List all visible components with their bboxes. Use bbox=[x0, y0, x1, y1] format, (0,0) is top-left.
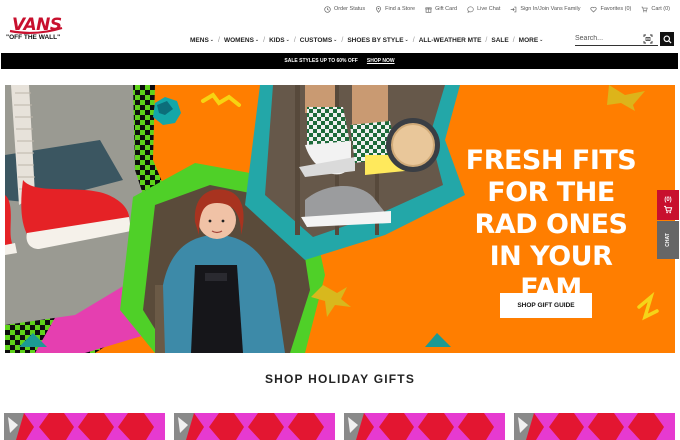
hero-headline-line: RAD ONES bbox=[474, 209, 628, 240]
nav-item-label: MENS bbox=[190, 36, 209, 44]
nav-item-customs[interactable]: CUSTOMS ⌄ bbox=[300, 37, 338, 44]
nav-item-mens[interactable]: MENS ⌄ bbox=[190, 37, 214, 44]
logo-wordmark: VANS bbox=[12, 15, 62, 35]
logo-tagline: "OFF THE WALL" bbox=[6, 34, 61, 41]
hero-headline-line: FRESH FITS bbox=[465, 145, 637, 176]
nav-item-kids[interactable]: KIDS ⌄ bbox=[269, 37, 290, 44]
gift-tile[interactable] bbox=[174, 413, 335, 440]
gift-tile[interactable] bbox=[344, 413, 505, 440]
nav-separator: / bbox=[512, 36, 515, 44]
live-chat-label: Live Chat bbox=[477, 6, 501, 12]
order-status-link[interactable]: Order Status bbox=[324, 5, 366, 13]
cart-link[interactable]: Cart (0) bbox=[641, 6, 670, 13]
section-title: SHOP HOLIDAY GIFTS bbox=[264, 372, 416, 386]
favorites-label: Favorites (0) bbox=[600, 6, 632, 12]
tile-pattern-image bbox=[514, 413, 675, 440]
nav-separator: / bbox=[293, 36, 296, 44]
sign-in-icon bbox=[511, 6, 517, 12]
hero-banner[interactable]: FRESH FITS FOR THE RAD ONES IN YOUR FAM … bbox=[5, 85, 675, 353]
gift-tile[interactable] bbox=[4, 413, 165, 440]
gift-tile[interactable] bbox=[514, 413, 675, 440]
chevron-down-icon: ⌄ bbox=[539, 37, 544, 43]
cart-label: Cart (0) bbox=[651, 6, 670, 12]
heart-icon bbox=[590, 6, 597, 12]
nav-separator: / bbox=[341, 36, 344, 44]
floating-cart-button[interactable]: (0) bbox=[657, 190, 679, 220]
tile-pattern-image bbox=[4, 413, 165, 440]
utility-bar: Order Status Find a Store Gift Card Live… bbox=[324, 3, 670, 15]
live-chat-link[interactable]: Live Chat bbox=[467, 6, 500, 13]
nav-item-label: SHOES BY STYLE bbox=[347, 36, 404, 44]
nav-item-label: SALE bbox=[491, 36, 509, 44]
sign-in-link[interactable]: Sign In/Join Vans Family bbox=[510, 6, 580, 13]
chat-label: CHAT bbox=[664, 233, 671, 247]
search-field bbox=[575, 32, 658, 46]
chat-bubble-icon bbox=[467, 6, 474, 13]
vans-logo[interactable]: VANS "OFF THE WALL" bbox=[6, 15, 68, 45]
nav-separator: / bbox=[263, 36, 266, 44]
search-icon bbox=[662, 34, 672, 44]
find-store-label: Find a Store bbox=[385, 6, 416, 12]
nav-separator: / bbox=[217, 36, 220, 44]
nav-item-all-weather-mte[interactable]: ALL-WEATHER MTE bbox=[419, 37, 482, 44]
tile-pattern-image bbox=[344, 413, 505, 440]
chevron-down-icon: ⌄ bbox=[254, 37, 260, 43]
nav-item-label: KIDS bbox=[269, 36, 285, 44]
gift-card-link[interactable]: Gift Card bbox=[425, 6, 457, 13]
nav-separator: / bbox=[485, 36, 488, 44]
nav-item-label: MORE bbox=[518, 36, 539, 44]
find-store-link[interactable]: Find a Store bbox=[375, 5, 416, 13]
promo-banner: SALE STYLES UP TO 60% OFF SHOP NOW bbox=[1, 53, 678, 69]
gift-card-label: Gift Card bbox=[435, 6, 458, 12]
nav-item-sale[interactable]: SALE bbox=[491, 37, 508, 44]
floating-chat-button[interactable]: CHAT bbox=[657, 221, 679, 259]
nav-separator: / bbox=[412, 36, 415, 44]
main-nav: MENS ⌄ / WOMENS ⌄ / KIDS ⌄ / CUSTOMS ⌄ / SHO… bbox=[190, 34, 543, 46]
favorites-link[interactable]: Favorites (0) bbox=[590, 6, 631, 13]
nav-item-label: ALL-WEATHER MTE bbox=[418, 36, 482, 44]
nav-item-womens[interactable]: WOMENS ⌄ bbox=[224, 37, 259, 44]
chevron-down-icon: ⌄ bbox=[285, 37, 290, 43]
chevron-down-icon: ⌄ bbox=[333, 37, 338, 43]
hero-headline: FRESH FITS FOR THE RAD ONES IN YOUR FAM bbox=[461, 145, 641, 305]
nav-item-shoes-by-style[interactable]: SHOES BY STYLE ⌄ bbox=[347, 37, 408, 44]
gift-icon bbox=[425, 6, 432, 13]
gift-tiles bbox=[4, 413, 675, 440]
search-input[interactable] bbox=[575, 35, 641, 42]
nav-item-label: WOMENS bbox=[223, 36, 254, 44]
visual-search-icon[interactable] bbox=[643, 34, 653, 44]
chevron-down-icon: ⌄ bbox=[209, 37, 214, 43]
clock-icon bbox=[324, 5, 331, 13]
cart-icon bbox=[664, 205, 673, 213]
chevron-down-icon: ⌄ bbox=[404, 37, 409, 43]
hero-headline-line: FOR THE bbox=[487, 177, 615, 208]
nav-item-more[interactable]: MORE ⌄ bbox=[519, 37, 544, 44]
cart-icon bbox=[641, 6, 649, 12]
location-pin-icon bbox=[376, 5, 382, 13]
shop-gift-guide-button[interactable]: SHOP GIFT GUIDE bbox=[500, 293, 592, 318]
shop-now-link[interactable]: SHOP NOW bbox=[367, 58, 395, 64]
tile-pattern-image bbox=[174, 413, 335, 440]
cart-count: (0) bbox=[664, 196, 672, 203]
order-status-label: Order Status bbox=[333, 6, 366, 12]
nav-item-label: CUSTOMS bbox=[299, 36, 333, 44]
promo-text: SALE STYLES UP TO 60% OFF bbox=[284, 58, 358, 64]
search-button[interactable] bbox=[660, 32, 674, 46]
sign-in-label: Sign In/Join Vans Family bbox=[520, 6, 581, 12]
